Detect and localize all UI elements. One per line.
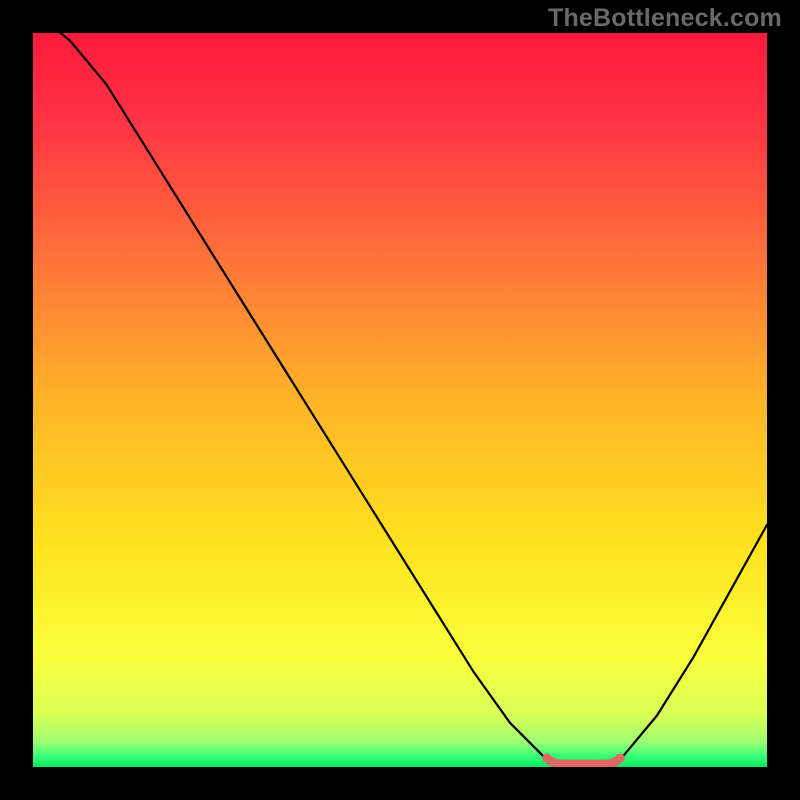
chart-frame: TheBottleneck.com	[0, 0, 800, 800]
watermark-text: TheBottleneck.com	[548, 4, 782, 33]
bottleneck-chart	[0, 0, 800, 800]
